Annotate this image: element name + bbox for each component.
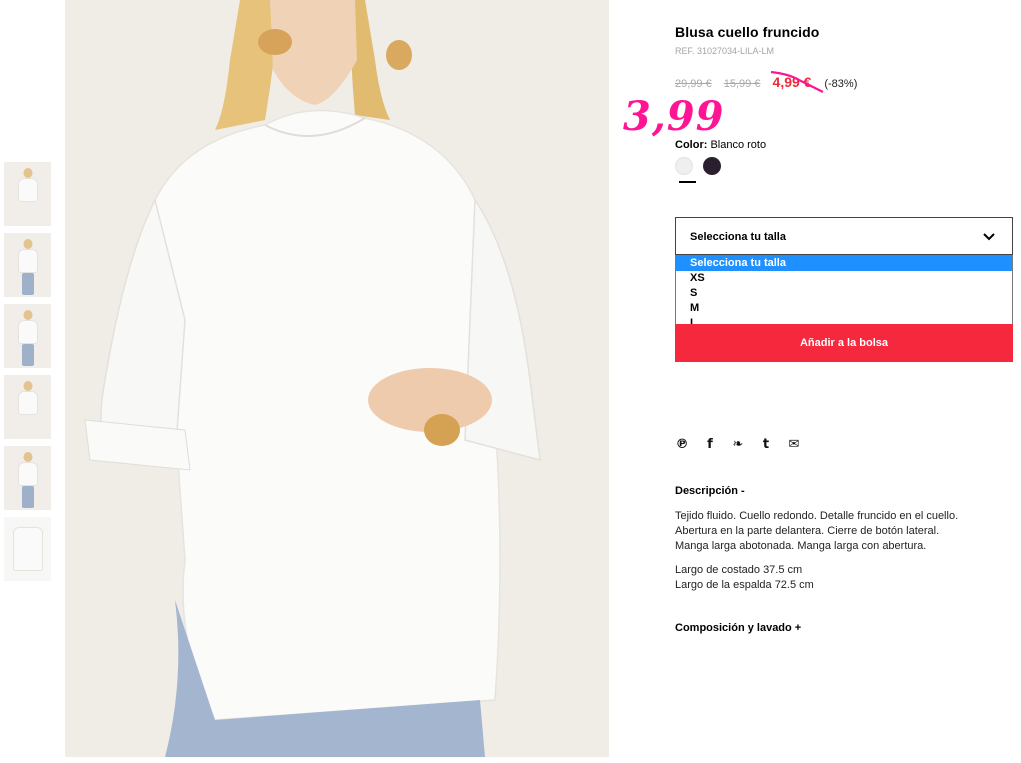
description-line: Largo de costado 37.5 cm xyxy=(675,564,803,576)
price-row: 29,99 € 15,99 € 4,99 € (-83%) xyxy=(675,70,858,93)
description-text: Tejido fluido. Cuello redondo. Detalle f… xyxy=(675,509,1015,602)
thumbnail-2[interactable] xyxy=(4,233,51,297)
description-line: Tejido fluido. Cuello redondo. Detalle f… xyxy=(675,510,959,522)
description-paragraph-1: Tejido fluido. Cuello redondo. Detalle f… xyxy=(675,509,1015,554)
email-icon[interactable]: ✉ xyxy=(787,437,801,452)
description-line: Manga larga abotonada. Manga larga con a… xyxy=(675,540,927,552)
product-title: Blusa cuello fruncido xyxy=(675,24,820,40)
size-option-m[interactable]: M xyxy=(676,301,1012,316)
discount-label: (-83%) xyxy=(824,78,858,90)
facebook-icon[interactable]: f xyxy=(703,437,717,452)
color-swatches xyxy=(675,157,721,175)
thumbnail-3[interactable] xyxy=(4,304,51,368)
previous-price: 15,99 € xyxy=(723,78,761,90)
swatch-white[interactable] xyxy=(675,157,693,175)
social-share-bar: ℗ f ❧ t ✉ xyxy=(675,437,801,452)
color-value: Blanco roto xyxy=(710,139,767,151)
pinterest-icon[interactable]: ℗ xyxy=(675,437,689,452)
size-select-label: Selecciona tu talla xyxy=(690,231,786,243)
original-price: 29,99 € xyxy=(675,78,712,90)
current-price: 4,99 € xyxy=(770,70,824,93)
thumbnail-5[interactable] xyxy=(4,446,51,510)
swatch-dark[interactable] xyxy=(703,157,721,175)
product-reference: REF. 31027034-LILA-LM xyxy=(675,46,775,56)
description-line: Abertura en la parte delantera. Cierre d… xyxy=(675,525,940,537)
chevron-down-icon xyxy=(983,233,995,241)
description-toggle[interactable]: Descripción - xyxy=(675,485,745,497)
size-option-xs[interactable]: XS xyxy=(676,271,1012,286)
main-product-image xyxy=(65,0,609,757)
selected-swatch-indicator xyxy=(679,181,696,183)
model-illustration xyxy=(65,0,609,757)
thumbnail-list xyxy=(4,162,51,588)
thumbnail-6[interactable] xyxy=(4,517,51,581)
description-paragraph-2: Largo de costado 37.5 cm Largo de la esp… xyxy=(675,563,1015,593)
twitter-icon[interactable]: ❧ xyxy=(731,437,745,452)
composition-toggle[interactable]: Composición y lavado + xyxy=(675,622,801,634)
color-label-key: Color: xyxy=(675,139,708,151)
thumbnail-4[interactable] xyxy=(4,375,51,439)
add-to-bag-button[interactable]: Añadir a la bolsa xyxy=(675,324,1013,362)
thumbnail-1[interactable] xyxy=(4,162,51,226)
size-option-s[interactable]: S xyxy=(676,286,1012,301)
size-select[interactable]: Selecciona tu talla xyxy=(675,217,1013,255)
current-price-text: 4,99 € xyxy=(772,74,812,90)
size-dropdown: Selecciona tu talla XS S M L xyxy=(675,255,1013,331)
handwritten-price: 3,99 xyxy=(623,93,725,140)
color-label: Color: Blanco roto xyxy=(675,139,766,151)
size-option-placeholder[interactable]: Selecciona tu talla xyxy=(676,256,1012,271)
tumblr-icon[interactable]: t xyxy=(759,437,773,452)
description-line: Largo de la espalda 72.5 cm xyxy=(675,579,814,591)
